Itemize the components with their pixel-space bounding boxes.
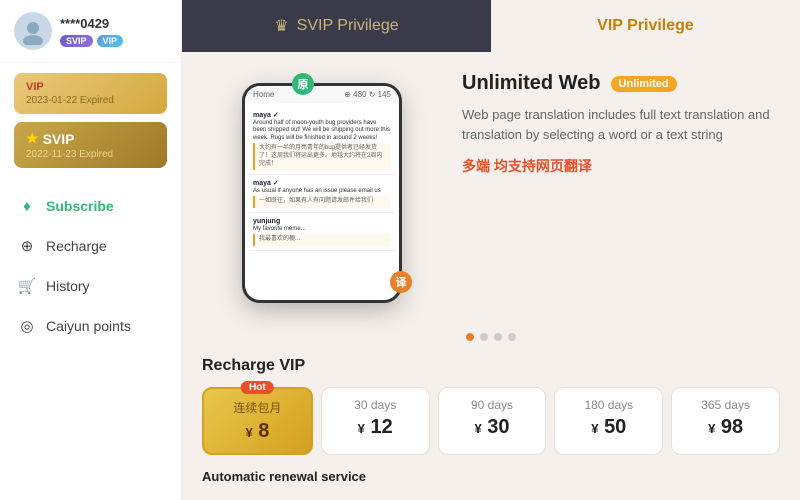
tab-header: ♛ SVIP Privilege VIP Privilege — [182, 0, 800, 52]
auto-renewal-label: Automatic renewal service — [202, 469, 780, 484]
tweet-2-text: As usual if anyone has an issue please e… — [253, 188, 391, 196]
tweet-3: yunjung My favorite meme... 我最喜欢的梗... — [249, 213, 395, 251]
sidebar-item-recharge-label: Recharge — [46, 238, 107, 254]
price-value-90: ¥ 30 — [445, 416, 540, 439]
phone-section: 原 Home ⊕ 480 ↻ 145 maya ✓ Around half of… — [202, 72, 442, 313]
price-value-365: ¥ 98 — [678, 416, 773, 439]
dot-2[interactable] — [480, 333, 488, 341]
vip-card-label: VIP — [26, 81, 155, 93]
tweet-1-translation: 大约有一半的月亮青年的bug提供者已经发货了！这周我们将运出更多。地毯大约将在2… — [253, 143, 391, 170]
price-card-30[interactable]: 30 days ¥ 12 — [321, 387, 430, 455]
crown-icon: ♛ — [274, 16, 288, 36]
tweet-3-translation: 我最喜欢的梗... — [253, 234, 391, 246]
vip-card-expired: 2023-01-22 Expired — [26, 95, 155, 106]
vip-badge: VIP — [97, 35, 124, 47]
avatar — [14, 12, 52, 50]
dot-3[interactable] — [494, 333, 502, 341]
price-card-monthly[interactable]: Hot 连续包月 ¥ 8 — [202, 387, 313, 455]
bottom-section: Recharge VIP Hot 连续包月 ¥ 8 30 days ¥ 12 — [182, 357, 800, 500]
sidebar-item-caiyun-label: Caiyun points — [46, 318, 131, 334]
vip-cards: VIP 2023-01-22 Expired ★ SVIP 2022-11-23… — [0, 63, 181, 178]
user-header: ****0429 SVIP VIP — [0, 0, 181, 63]
user-id: ****0429 — [60, 16, 123, 31]
tweet-1-author: maya ✓ — [253, 111, 391, 120]
feature-name: Unlimited Web — [462, 72, 601, 95]
recharge-title: Recharge VIP — [202, 357, 780, 375]
subscribe-icon: ♦ — [18, 197, 36, 215]
user-info: ****0429 SVIP VIP — [60, 16, 123, 47]
content-area: 原 Home ⊕ 480 ↻ 145 maya ✓ Around half of… — [182, 52, 800, 333]
dot-1[interactable] — [466, 333, 474, 341]
sidebar-nav: ♦ Subscribe ⊕ Recharge 🛒 History ◎ Caiyu… — [0, 186, 181, 500]
hot-badge: Hot — [241, 381, 274, 394]
tweet-2-translation: 一如既往，如果有人有问题请发邮件给我们 — [253, 196, 391, 208]
svip-card: ★ SVIP 2022-11-23 Expired — [14, 122, 167, 168]
phone-status-bar: Home ⊕ 480 ↻ 145 — [245, 86, 399, 103]
yuan-label: 原 — [292, 73, 314, 95]
phone-screen: Home ⊕ 480 ↻ 145 maya ✓ Around half of m… — [245, 86, 399, 300]
tab-vip-label: VIP Privilege — [597, 17, 694, 35]
price-duration-30: 30 days — [328, 398, 423, 412]
price-duration-180: 180 days — [561, 398, 656, 412]
tab-vip[interactable]: VIP Privilege — [491, 0, 800, 52]
svip-card-expired: 2022-11-23 Expired — [26, 149, 155, 160]
tweet-1-text: Around half of moon-youth bug providers … — [253, 120, 391, 143]
tweet-3-text: My favorite meme... — [253, 226, 391, 234]
unlimited-badge: Unlimited — [611, 76, 677, 92]
tweet-list: maya ✓ Around half of moon-youth bug pro… — [245, 103, 399, 300]
feature-description: Web page translation includes full text … — [462, 105, 770, 144]
phone-stats: ⊕ 480 ↻ 145 — [344, 90, 391, 99]
svip-card-label: ★ SVIP — [26, 130, 155, 147]
recharge-icon: ⊕ — [18, 237, 36, 255]
price-value-180: ¥ 50 — [561, 416, 656, 439]
tab-svip[interactable]: ♛ SVIP Privilege — [182, 0, 491, 52]
price-value-30: ¥ 12 — [328, 416, 423, 439]
sidebar-item-caiyun[interactable]: ◎ Caiyun points — [0, 306, 181, 346]
tweet-1: maya ✓ Around half of moon-youth bug pro… — [249, 107, 395, 176]
vip-card: VIP 2023-01-22 Expired — [14, 73, 167, 114]
sidebar-item-history-label: History — [46, 278, 90, 294]
tweet-2-author: maya ✓ — [253, 179, 391, 188]
main-content: ♛ SVIP Privilege VIP Privilege 原 Home ⊕ … — [182, 0, 800, 500]
tweet-2: maya ✓ As usual if anyone has an issue p… — [249, 175, 395, 213]
feature-cta: 多端 均支持网页翻译 — [462, 156, 770, 176]
history-icon: 🛒 — [18, 277, 36, 295]
tweet-3-author: yunjung — [253, 217, 391, 226]
sidebar-item-subscribe[interactable]: ♦ Subscribe — [0, 186, 181, 226]
price-card-365[interactable]: 365 days ¥ 98 — [671, 387, 780, 455]
price-duration-90: 90 days — [445, 398, 540, 412]
feature-section: Unlimited Web Unlimited Web page transla… — [442, 72, 780, 313]
phone-home-label: Home — [253, 90, 274, 99]
tab-svip-label: SVIP Privilege — [297, 17, 399, 35]
sidebar-item-recharge[interactable]: ⊕ Recharge — [0, 226, 181, 266]
price-card-90[interactable]: 90 days ¥ 30 — [438, 387, 547, 455]
dot-4[interactable] — [508, 333, 516, 341]
yi-label: 译 — [390, 271, 412, 293]
price-duration-365: 365 days — [678, 398, 773, 412]
price-card-180[interactable]: 180 days ¥ 50 — [554, 387, 663, 455]
dots-indicator — [182, 333, 800, 341]
phone-wrapper: 原 Home ⊕ 480 ↻ 145 maya ✓ Around half of… — [242, 83, 402, 303]
star-icon: ★ — [26, 130, 39, 147]
sidebar: ****0429 SVIP VIP VIP 2023-01-22 Expired… — [0, 0, 182, 500]
caiyun-icon: ◎ — [18, 317, 36, 335]
svip-badge: SVIP — [60, 35, 93, 47]
price-cards: Hot 连续包月 ¥ 8 30 days ¥ 12 90 days ¥ — [202, 387, 780, 455]
sidebar-item-history[interactable]: 🛒 History — [0, 266, 181, 306]
feature-title-row: Unlimited Web Unlimited — [462, 72, 770, 95]
sidebar-item-subscribe-label: Subscribe — [46, 198, 114, 214]
phone-mockup: Home ⊕ 480 ↻ 145 maya ✓ Around half of m… — [242, 83, 402, 303]
price-duration-monthly: 连续包月 — [210, 399, 305, 416]
price-value-monthly: ¥ 8 — [210, 420, 305, 443]
badges: SVIP VIP — [60, 35, 123, 47]
